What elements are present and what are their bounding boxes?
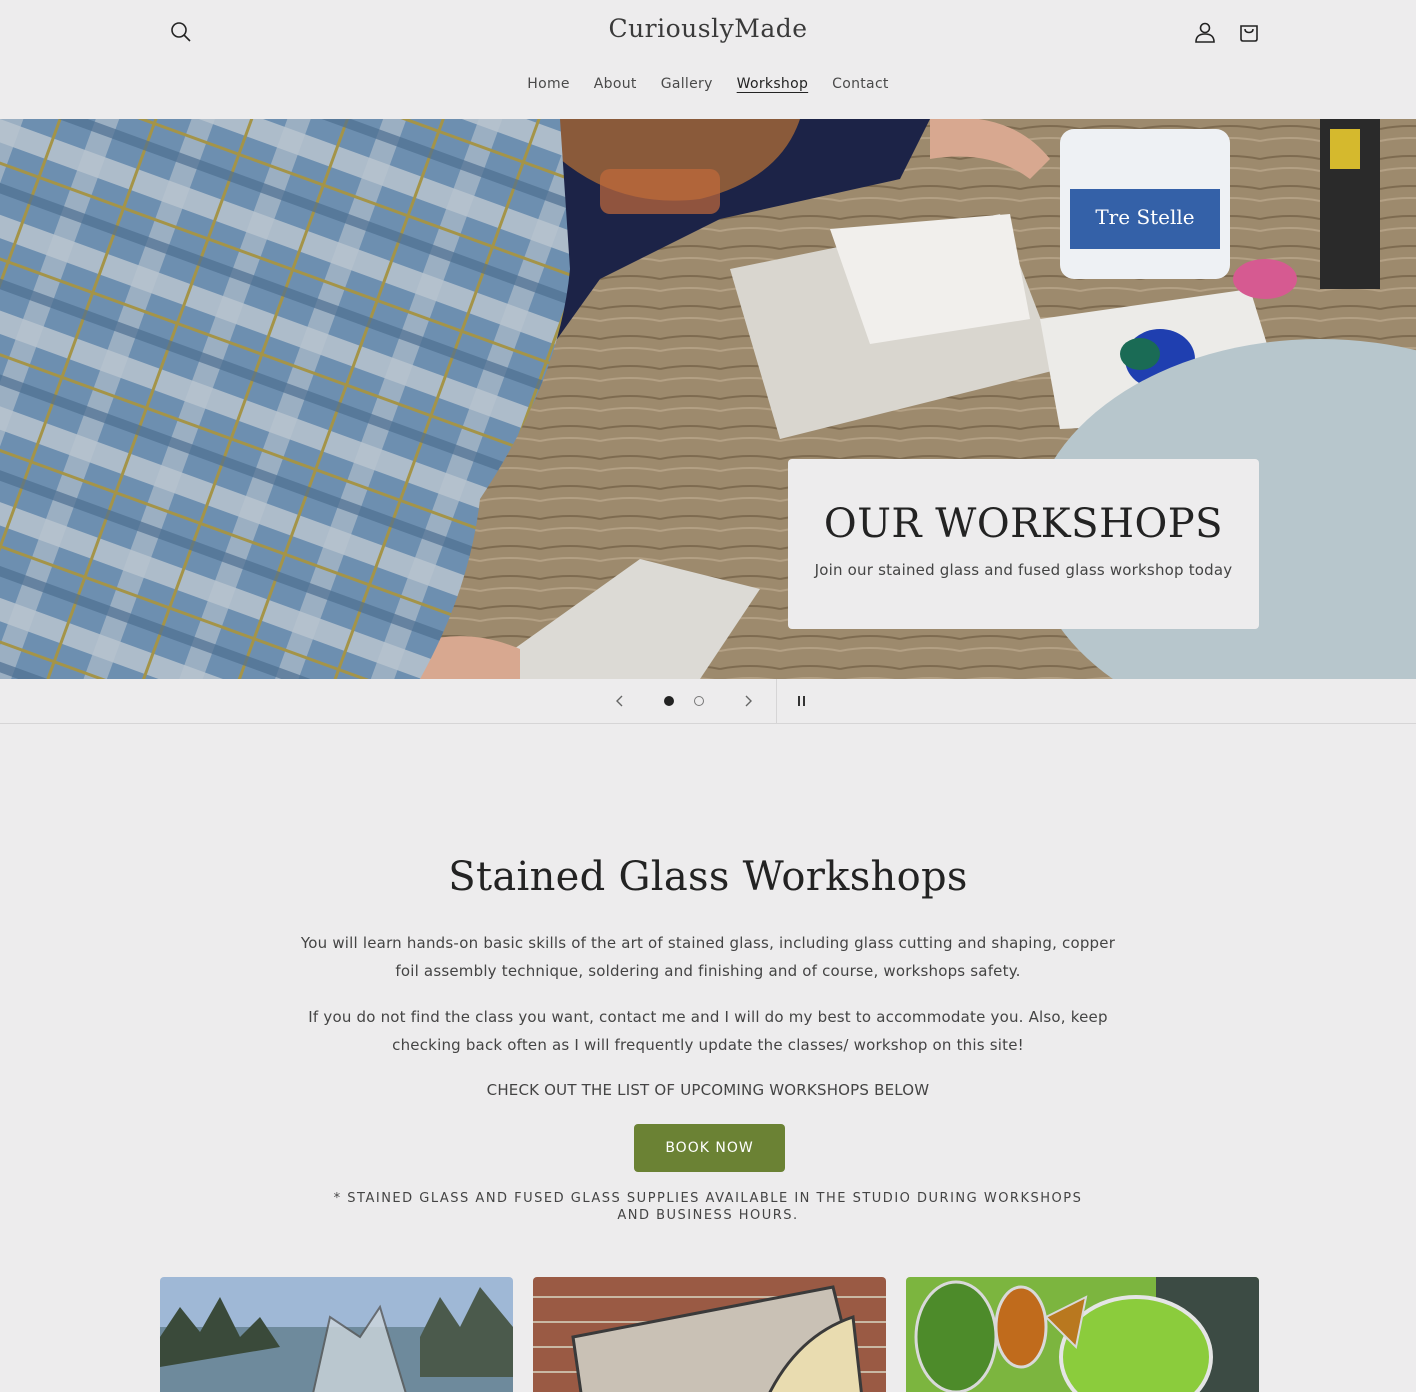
workshop-image-1 [160, 1277, 513, 1392]
nav-contact[interactable]: Contact [820, 76, 901, 92]
nav-gallery[interactable]: Gallery [649, 76, 725, 92]
workshop-image-2 [533, 1277, 886, 1392]
supplies-note: * STAINED GLASS AND FUSED GLASS SUPPLIES… [333, 1191, 1083, 1223]
slide-dot-1[interactable] [664, 696, 674, 706]
workshop-card-3[interactable] [906, 1277, 1259, 1392]
svg-text:Tre Stelle: Tre Stelle [1095, 205, 1194, 229]
chevron-left-icon[interactable] [606, 687, 634, 715]
hero-subtitle: Join our stained glass and fused glass w… [814, 561, 1233, 579]
hero-slideshow: Tre Stelle OUR WORKSHOPS Join our staine… [0, 119, 1416, 679]
account-icon[interactable] [1189, 16, 1221, 48]
workshop-card-1[interactable] [160, 1277, 513, 1392]
workshop-card-2[interactable] [533, 1277, 886, 1392]
cart-icon[interactable] [1233, 16, 1265, 48]
contact-paragraph: If you do not find the class you want, c… [308, 1008, 1108, 1054]
nav-home[interactable]: Home [515, 76, 582, 92]
main-nav: Home About Gallery Workshop Contact [0, 76, 1416, 92]
slider-controls [0, 679, 1416, 724]
hero-text-card: OUR WORKSHOPS Join our stained glass and… [788, 459, 1259, 629]
nav-workshop[interactable]: Workshop [725, 76, 820, 92]
upcoming-text: CHECK OUT THE LIST OF UPCOMING WORKSHOPS… [486, 1081, 930, 1099]
section-title: Stained Glass Workshops [448, 854, 968, 900]
nav-about[interactable]: About [582, 76, 649, 92]
chevron-right-icon[interactable] [734, 687, 762, 715]
book-now-button[interactable]: BOOK NOW [634, 1124, 785, 1172]
hero-title: OUR WORKSHOPS [823, 501, 1224, 547]
site-header: CuriouslyMade Home About Gallery Worksho… [0, 0, 1416, 119]
slide-dot-2[interactable] [694, 696, 704, 706]
pause-icon[interactable] [788, 687, 816, 715]
intro-paragraph: You will learn hands-on basic skills of … [300, 934, 1116, 980]
divider [776, 679, 777, 724]
workshop-image-3 [906, 1277, 1259, 1392]
